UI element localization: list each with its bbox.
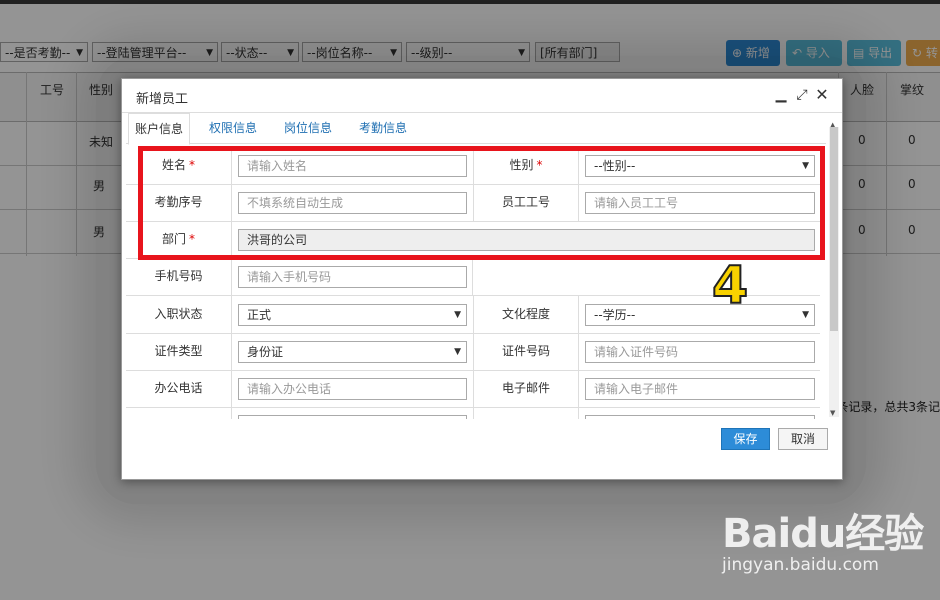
chevron-down-icon: ▼ [454, 310, 461, 320]
scrollbar-thumb[interactable] [830, 127, 838, 331]
tab-permission-info[interactable]: 权限信息 [209, 119, 257, 136]
chevron-down-icon: ▼ [454, 347, 461, 357]
chevron-down-icon: ▼ [802, 310, 809, 320]
baidu-watermark: Baidu经验 jingyan.baidu.com [722, 495, 937, 585]
phone-label: 手机号码 [154, 269, 203, 283]
tab-position-info[interactable]: 岗位信息 [284, 119, 332, 136]
employment-status-select[interactable]: 正式 ▼ [238, 304, 467, 326]
phone-input[interactable]: 请输入手机号码 [238, 266, 467, 288]
form-row: 证件类型 身份证 ▼ 证件号码 请输入证件号码 [126, 333, 820, 371]
education-label: 文化程度 [473, 296, 578, 333]
office-phone-input[interactable]: 请输入办公电话 [238, 378, 467, 400]
watermark-logo: Baidu经验 [722, 511, 924, 557]
id-type-label: 证件类型 [154, 344, 203, 358]
extra-input[interactable] [585, 415, 815, 419]
watermark-url: jingyan.baidu.com [722, 555, 879, 575]
tab-attendance-info[interactable]: 考勤信息 [359, 119, 407, 136]
education-select[interactable]: --学历-- ▼ [585, 304, 815, 326]
maximize-icon[interactable]: ⤢ [794, 85, 810, 105]
dialog-title: 新增员工 [136, 92, 189, 107]
email-label: 电子邮件 [473, 370, 578, 407]
id-no-input[interactable]: 请输入证件号码 [585, 341, 815, 363]
form-row [126, 407, 820, 419]
form-row: 手机号码 请输入手机号码 [126, 258, 473, 296]
dialog-tabs: 账户信息 权限信息 岗位信息 考勤信息 [126, 113, 826, 145]
employment-status-label: 入职状态 [154, 307, 203, 321]
form-row: 办公电话 请输入办公电话 电子邮件 请输入电子邮件 [126, 370, 820, 408]
office-phone-label: 办公电话 [154, 381, 203, 395]
form-scrollbar[interactable]: ▲ ▼ [829, 121, 839, 417]
cancel-button[interactable]: 取消 [778, 428, 828, 450]
save-button[interactable]: 保存 [721, 428, 770, 450]
id-type-select[interactable]: 身份证 ▼ [238, 341, 467, 363]
scroll-down-icon[interactable]: ▼ [830, 409, 835, 417]
annotation-highlight-box [138, 146, 825, 260]
close-icon[interactable]: ✕ [814, 85, 830, 105]
id-no-label: 证件号码 [473, 333, 578, 370]
extra-input[interactable] [238, 415, 467, 419]
annotation-step-number: 4 [711, 255, 749, 317]
tab-account-info[interactable]: 账户信息 [128, 113, 191, 145]
minimize-icon[interactable]: ▁ [773, 85, 789, 105]
email-input[interactable]: 请输入电子邮件 [585, 378, 815, 400]
dialog-titlebar: 新增员工 ▁ ⤢ ✕ [122, 79, 842, 113]
